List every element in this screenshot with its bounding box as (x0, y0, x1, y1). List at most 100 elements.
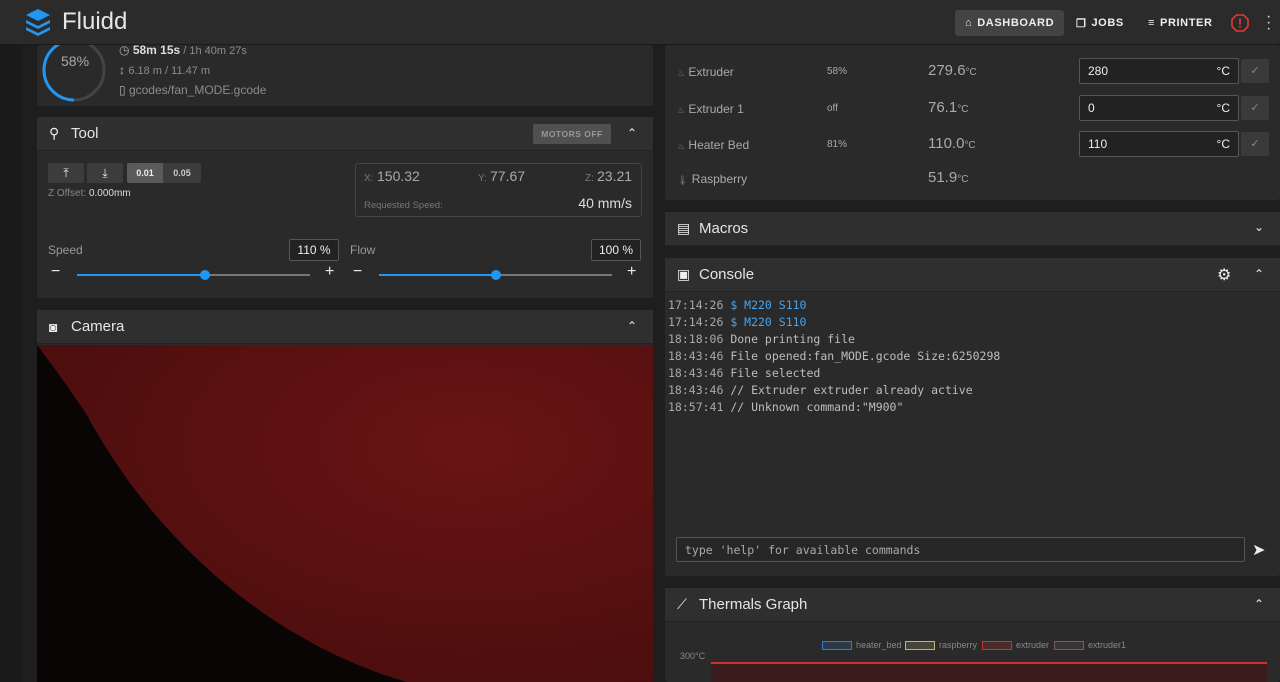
console-line: 18:18:06 Done printing file (668, 332, 855, 346)
heater-target-input[interactable]: 110 °C (1079, 131, 1239, 157)
flow-slider[interactable] (379, 270, 612, 280)
legend-label: extruder1 (1088, 640, 1127, 650)
flow-slider-fill (379, 274, 496, 276)
console-timestamp: 18:18:06 (668, 332, 731, 346)
console-card-header[interactable]: ▣ Console (665, 258, 1280, 292)
flame-icon: ♨ (677, 141, 686, 151)
console-input[interactable]: type 'help' for available commands (676, 537, 1245, 562)
legend-label: raspberry (939, 640, 978, 650)
chevron-up-icon[interactable]: ⌃ (627, 126, 637, 140)
legend-label: heater_bed (856, 640, 902, 650)
thermals-card-header[interactable]: ⟋ Thermals Graph (665, 588, 1280, 622)
console-line: 18:43:46 File opened:fan_MODE.gcode Size… (668, 349, 1000, 363)
macros-title: Macros (699, 220, 749, 237)
check-icon[interactable]: ✓ (1241, 132, 1269, 156)
z-down-button[interactable]: ⤓ (87, 163, 123, 183)
console-line: 17:14:26 $ M220 S110 (668, 298, 806, 312)
file-icon: ▯ (119, 83, 126, 97)
chevron-up-icon[interactable]: ⌃ (1254, 267, 1264, 281)
speed-input[interactable]: 110 % (289, 239, 339, 261)
speed-slider-knob[interactable] (200, 270, 211, 280)
tool-icon: ⚲ (49, 125, 60, 141)
more-menu-icon[interactable]: · · · (1266, 9, 1271, 37)
elapsed-row: ◷ 58m 15s / 1h 40m 27s (119, 43, 247, 57)
legend-extruder1[interactable]: extruder1 (1054, 640, 1126, 650)
nav-jobs-label: JOBS (1091, 17, 1124, 29)
heater-name: ♨ Heater Bed (677, 138, 750, 152)
legend-extruder[interactable]: extruder (982, 640, 1049, 650)
sensor-temp: 51.9°C (928, 169, 969, 186)
camera-card: ◙ Camera ⌃ (37, 310, 653, 682)
flow-label: Flow (350, 243, 376, 257)
y-tick-300: 300°C (680, 651, 706, 661)
nav-dashboard[interactable]: ⌂ DASHBOARD (955, 10, 1065, 36)
macros-card[interactable]: ▤ Macros ⌄ (665, 212, 1280, 246)
heater-target-input[interactable]: 280 °C (1079, 58, 1239, 84)
z-up-button[interactable]: ⤒ (48, 163, 84, 183)
flow-minus-icon[interactable]: − (353, 263, 362, 281)
camera-card-header[interactable]: ◙ Camera (37, 310, 653, 344)
heater-target-input[interactable]: 0 °C (1079, 95, 1239, 121)
fluidd-logo-icon[interactable] (24, 8, 52, 38)
total-time: / 1h 40m 27s (180, 45, 247, 57)
home-icon: ⌂ (965, 17, 973, 29)
console-message: File selected (730, 366, 821, 380)
speed-slider[interactable] (77, 270, 310, 280)
flow-input[interactable]: 100 % (591, 239, 641, 261)
legend-raspberry[interactable]: raspberry (905, 640, 977, 650)
console-input-placeholder: type 'help' for available commands (685, 543, 921, 557)
flame-icon: ♨ (677, 105, 686, 115)
sensor-name: 🌡 Raspberry (677, 172, 748, 186)
speed-plus-icon[interactable]: + (325, 263, 334, 281)
file-row: ▯ gcodes/fan_MODE.gcode (119, 83, 266, 97)
chevron-down-icon[interactable]: ⌄ (1254, 220, 1264, 234)
progress-percent: 58% (61, 53, 90, 69)
nav-printer[interactable]: ≡ PRINTER (1138, 10, 1223, 36)
check-icon[interactable]: ✓ (1241, 96, 1269, 120)
console-message: // Extruder extruder already active (730, 383, 973, 397)
console-timestamp: 18:43:46 (668, 366, 731, 380)
console-icon: ▣ (677, 266, 691, 282)
nav-dashboard-label: DASHBOARD (977, 17, 1055, 29)
temperatures-card: ♨ Extruder 58% 279.6°C 280 °C ✓ ♨ Extrude… (665, 45, 1280, 200)
macros-card-header[interactable]: ▤ Macros (665, 212, 1280, 246)
send-icon[interactable]: ➤ (1252, 540, 1265, 560)
emergency-stop-icon[interactable] (1231, 14, 1249, 32)
console-command[interactable]: $ M220 S110 (730, 298, 806, 312)
console-line: 18:57:41 // Unknown command:"M900" (668, 400, 903, 414)
console-timestamp: 17:14:26 (668, 298, 731, 312)
motors-off-button[interactable]: MOTORS OFF (533, 124, 611, 144)
heater-temp: 279.6°C (928, 62, 977, 79)
speed-minus-icon[interactable]: − (51, 263, 60, 281)
app-title: Fluidd (62, 8, 128, 35)
console-message: // Unknown command:"M900" (730, 400, 904, 414)
step-005-button[interactable]: 0.05 (163, 163, 201, 183)
chevron-up-icon[interactable]: ⌃ (1254, 597, 1264, 611)
flow-plus-icon[interactable]: + (627, 263, 636, 281)
console-timestamp: 17:14:26 (668, 315, 731, 329)
nav-printer-label: PRINTER (1160, 17, 1213, 29)
check-icon[interactable]: ✓ (1241, 59, 1269, 83)
console-title: Console (699, 266, 755, 283)
legend-swatch (1054, 640, 1084, 650)
chevron-up-icon[interactable]: ⌃ (627, 319, 637, 333)
legend-heater-bed[interactable]: heater_bed (822, 640, 902, 650)
thermometer-icon: 🌡 (677, 175, 689, 185)
clock-icon: ◷ (119, 43, 130, 57)
filament-row: ↕ 6.18 m / 11.47 m (119, 63, 210, 77)
console-message: Done printing file (730, 332, 855, 346)
elapsed-time: 58m 15s (132, 43, 181, 57)
z-offset: Z Offset: 0.000mm (48, 188, 131, 199)
thermals-plot (711, 662, 1267, 682)
x-value: 150.32 (377, 168, 420, 184)
flow-slider-knob[interactable] (490, 270, 501, 280)
console-timestamp: 18:43:46 (668, 383, 731, 397)
step-001-button[interactable]: 0.01 (127, 163, 163, 183)
console-message: File opened:fan_MODE.gcode Size:6250298 (730, 349, 1001, 363)
nav-jobs[interactable]: ❐ JOBS (1066, 10, 1134, 36)
gear-icon[interactable]: ⚙ (1217, 265, 1231, 285)
requested-speed-label: Requested Speed: (364, 200, 443, 211)
console-command[interactable]: $ M220 S110 (730, 315, 806, 329)
heater-name: ♨ Extruder 1 (677, 102, 744, 116)
camera-icon: ◙ (49, 318, 58, 335)
